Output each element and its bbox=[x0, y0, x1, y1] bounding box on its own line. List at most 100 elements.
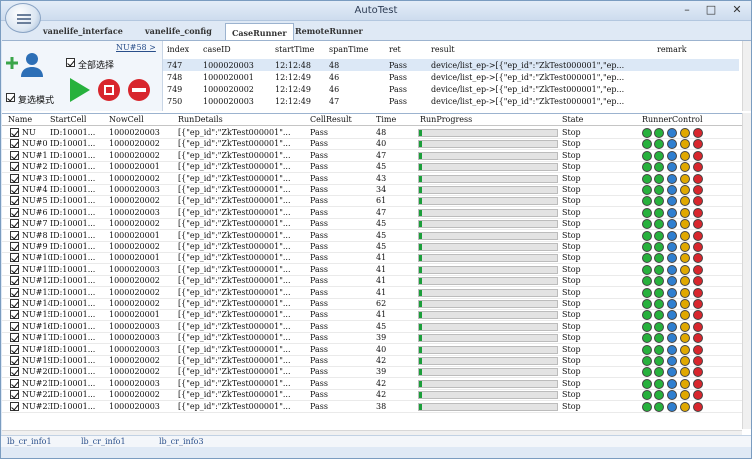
remove-icon[interactable] bbox=[693, 230, 703, 241]
remove-icon[interactable] bbox=[693, 162, 703, 173]
settings-icon[interactable] bbox=[667, 207, 677, 218]
info-icon[interactable] bbox=[680, 219, 690, 230]
info-icon[interactable] bbox=[680, 378, 690, 389]
row-checkbox[interactable] bbox=[10, 287, 19, 297]
play-icon[interactable] bbox=[642, 390, 652, 401]
close-button[interactable]: ✕ bbox=[727, 3, 747, 18]
row-checkbox[interactable] bbox=[10, 196, 19, 206]
pause-icon[interactable] bbox=[654, 150, 664, 161]
table-row[interactable]: NU#8 ID:10001... 1000020001 [{"ep_id":"ZkTe… bbox=[2, 230, 742, 242]
pause-icon[interactable] bbox=[654, 276, 664, 287]
play-icon[interactable] bbox=[642, 310, 652, 321]
table-row[interactable]: NU#15 ID:10001... 1000020001 [{"ep_id":"ZkT… bbox=[2, 309, 742, 322]
app-menu-icon[interactable] bbox=[5, 3, 41, 33]
pause-icon[interactable] bbox=[654, 242, 664, 252]
row-checkbox[interactable] bbox=[10, 378, 19, 388]
table-row[interactable]: NU#2 ID:10001... 1000020001 [{"ep_id":"ZkTe… bbox=[2, 161, 742, 174]
pause-icon[interactable] bbox=[654, 310, 664, 321]
row-checkbox[interactable] bbox=[10, 173, 19, 183]
settings-icon[interactable] bbox=[667, 264, 677, 275]
remove-icon[interactable] bbox=[693, 242, 703, 252]
settings-icon[interactable] bbox=[667, 299, 677, 309]
table-row[interactable]: NU#22 ID:10001... 1000020002 [{"ep_id":"ZkT… bbox=[2, 389, 742, 402]
remove-icon[interactable] bbox=[693, 356, 703, 366]
table-row[interactable]: NU#18 ID:10001... 1000020003 [{"ep_id":"ZkT… bbox=[2, 344, 742, 356]
pause-icon[interactable] bbox=[654, 219, 664, 230]
row-checkbox[interactable] bbox=[10, 253, 19, 263]
settings-icon[interactable] bbox=[667, 333, 677, 344]
info-icon[interactable] bbox=[680, 128, 690, 138]
remove-icon[interactable] bbox=[127, 78, 151, 102]
settings-icon[interactable] bbox=[667, 287, 677, 298]
col-remark[interactable]: remark bbox=[657, 45, 687, 54]
col-spantime[interactable]: spanTime bbox=[329, 45, 368, 54]
table-row[interactable]: NU#9 ID:10001... 1000020002 [{"ep_id":"ZkTe… bbox=[2, 241, 742, 253]
remove-icon[interactable] bbox=[693, 207, 703, 218]
play-icon[interactable] bbox=[642, 173, 652, 184]
table-row[interactable]: NU#19 ID:10001... 1000020002 [{"ep_id":"ZkT… bbox=[2, 355, 742, 367]
play-icon[interactable] bbox=[642, 276, 652, 287]
row-checkbox[interactable] bbox=[10, 356, 19, 365]
table-row[interactable]: NU#21 ID:10001... 1000020003 [{"ep_id":"ZkT… bbox=[2, 378, 742, 390]
info-icon[interactable] bbox=[680, 139, 690, 150]
info-icon[interactable] bbox=[680, 276, 690, 287]
info-icon[interactable] bbox=[680, 253, 690, 264]
row-checkbox[interactable] bbox=[10, 344, 19, 354]
pause-icon[interactable] bbox=[654, 333, 664, 344]
info-icon[interactable] bbox=[680, 344, 690, 355]
tab-caserunner[interactable]: CaseRunner bbox=[225, 23, 294, 41]
row-checkbox[interactable] bbox=[10, 264, 19, 274]
row-checkbox[interactable] bbox=[10, 299, 19, 308]
row-checkbox[interactable] bbox=[10, 310, 19, 320]
settings-icon[interactable] bbox=[667, 276, 677, 287]
table-row[interactable]: NU#1 ID:10001... 1000020002 [{"ep_id":"ZkTe… bbox=[2, 150, 742, 162]
info-icon[interactable] bbox=[680, 162, 690, 173]
table-row[interactable]: NU#6 ID:10001... 1000020003 [{"ep_id":"ZkTe… bbox=[2, 207, 742, 219]
play-icon[interactable] bbox=[642, 344, 652, 355]
info-icon[interactable] bbox=[680, 196, 690, 207]
row-checkbox[interactable] bbox=[10, 390, 19, 400]
col-result[interactable]: result bbox=[431, 45, 455, 54]
select-all-checkbox[interactable] bbox=[66, 58, 75, 67]
settings-icon[interactable] bbox=[667, 150, 677, 161]
settings-icon[interactable] bbox=[667, 310, 677, 321]
pause-icon[interactable] bbox=[654, 378, 664, 389]
col-runnercontrol[interactable]: RunnerControl bbox=[642, 115, 703, 126]
pause-icon[interactable] bbox=[654, 128, 664, 138]
col-runprogress[interactable]: RunProgress bbox=[420, 115, 472, 126]
table-row[interactable]: NU#7 ID:10001... 1000020002 [{"ep_id":"ZkTe… bbox=[2, 218, 742, 231]
nu-link[interactable]: NU#58 > bbox=[116, 43, 156, 52]
info-icon[interactable] bbox=[680, 356, 690, 366]
table-row[interactable]: NU#11 ID:10001... 1000020003 [{"ep_id":"ZkT… bbox=[2, 264, 742, 276]
settings-icon[interactable] bbox=[667, 162, 677, 173]
pause-icon[interactable] bbox=[654, 139, 664, 150]
play-icon[interactable] bbox=[642, 356, 652, 366]
col-caseid[interactable]: caseID bbox=[203, 45, 231, 54]
table-row[interactable]: NU#16 ID:10001... 1000020003 [{"ep_id":"ZkT… bbox=[2, 321, 742, 333]
info-icon[interactable] bbox=[680, 173, 690, 184]
results-scrollbar[interactable] bbox=[742, 41, 751, 111]
row-checkbox[interactable] bbox=[10, 207, 19, 217]
play-icon[interactable] bbox=[642, 299, 652, 309]
play-icon[interactable] bbox=[642, 378, 652, 389]
row-checkbox[interactable] bbox=[10, 139, 19, 149]
info-icon[interactable] bbox=[680, 242, 690, 252]
settings-icon[interactable] bbox=[667, 139, 677, 150]
remove-icon[interactable] bbox=[693, 287, 703, 298]
info-icon[interactable] bbox=[680, 310, 690, 321]
col-state[interactable]: State bbox=[562, 115, 583, 126]
tab-vanelife-interface[interactable]: vanelife_interface bbox=[37, 22, 129, 40]
table-row[interactable]: NU#23 ID:10001... 1000020003 [{"ep_id":"ZkT… bbox=[2, 401, 742, 413]
table-row[interactable]: NU ID:10001... 1000020003 [{"ep_id":"ZkTest… bbox=[2, 127, 742, 139]
pause-icon[interactable] bbox=[654, 356, 664, 366]
info-icon[interactable] bbox=[680, 287, 690, 298]
row-checkbox[interactable] bbox=[10, 242, 19, 251]
col-ret[interactable]: ret bbox=[389, 45, 401, 54]
settings-icon[interactable] bbox=[667, 356, 677, 366]
info-icon[interactable] bbox=[680, 401, 690, 412]
info-icon[interactable] bbox=[680, 207, 690, 218]
info-icon[interactable] bbox=[680, 264, 690, 275]
row-checkbox[interactable] bbox=[10, 333, 19, 343]
col-name[interactable]: Name bbox=[8, 115, 32, 126]
pause-icon[interactable] bbox=[654, 287, 664, 298]
